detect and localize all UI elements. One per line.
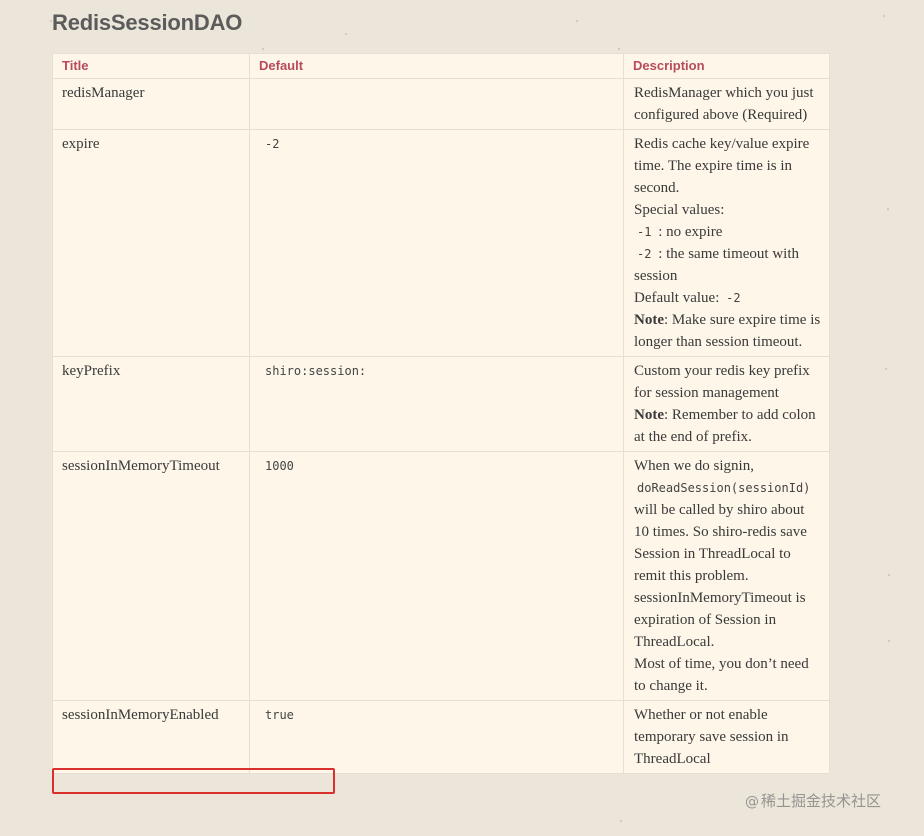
description-text: : the same timeout with session bbox=[634, 246, 800, 284]
column-header-title: Title bbox=[52, 53, 250, 79]
row-description: Custom your redis key prefix for session… bbox=[623, 356, 830, 452]
default-value: 1000 bbox=[265, 459, 294, 473]
table-header-row: Title Default Description bbox=[52, 53, 830, 79]
description-line: Note: Make sure expire time is longer th… bbox=[634, 309, 821, 353]
description-text: Special values: bbox=[634, 202, 725, 218]
description-text: : no expire bbox=[654, 224, 723, 240]
page-heading: RedisSessionDAO bbox=[52, 10, 243, 35]
row-default bbox=[249, 78, 624, 130]
row-default: shiro:session: bbox=[249, 356, 624, 452]
row-default: 1000 bbox=[249, 451, 624, 701]
column-header-description: Description bbox=[623, 53, 830, 79]
description-line: -1 : no expire bbox=[634, 221, 821, 243]
table-row: expire -2 Redis cache key/value expire t… bbox=[52, 129, 830, 357]
description-line: Default value: -2 bbox=[634, 287, 821, 309]
description-text: Most of time, you don’t need to change i… bbox=[634, 656, 809, 694]
row-title: sessionInMemoryEnabled bbox=[52, 700, 250, 774]
description-line: doReadSession(sessionId) bbox=[634, 477, 821, 499]
inline-code: -1 bbox=[637, 225, 652, 239]
row-description: RedisManager which you just configured a… bbox=[623, 78, 830, 130]
inline-code: -2 bbox=[726, 291, 741, 305]
description-text: Custom your redis key prefix for session… bbox=[634, 363, 810, 401]
description-text: Redis cache key/value expire time. The e… bbox=[634, 136, 810, 196]
config-table: Title Default Description redisManager R… bbox=[52, 53, 830, 774]
row-title: sessionInMemoryTimeout bbox=[52, 451, 250, 701]
table-row: keyPrefix shiro:session: Custom your red… bbox=[52, 356, 830, 452]
note-label: Note bbox=[634, 312, 664, 328]
table-row: sessionInMemoryTimeout 1000 When we do s… bbox=[52, 451, 830, 701]
column-header-default: Default bbox=[249, 53, 624, 79]
default-value: true bbox=[265, 708, 294, 722]
watermark-at: @ bbox=[745, 794, 759, 810]
row-description: Whether or not enable temporary save ses… bbox=[623, 700, 830, 774]
description-text: When we do signin, bbox=[634, 458, 754, 474]
description-text: will be called by shiro about 10 times. … bbox=[634, 502, 807, 650]
description-line: -2 : the same timeout with session bbox=[634, 243, 821, 287]
default-value: -2 bbox=[265, 137, 280, 151]
row-title: redisManager bbox=[52, 78, 250, 130]
table-row: redisManager RedisManager which you just… bbox=[52, 78, 830, 130]
row-title: expire bbox=[52, 129, 250, 357]
table-row: sessionInMemoryEnabled true Whether or n… bbox=[52, 700, 830, 774]
row-title: keyPrefix bbox=[52, 356, 250, 452]
note-label: Note bbox=[634, 407, 664, 423]
row-description: When we do signin, doReadSession(session… bbox=[623, 451, 830, 701]
watermark: @ 稀土掘金技术社区 bbox=[745, 790, 881, 811]
description-text: Default value: bbox=[634, 290, 724, 306]
default-value: shiro:session: bbox=[265, 364, 367, 378]
description-line: Note: Remember to add colon at the end o… bbox=[634, 404, 821, 448]
watermark-text: 稀土掘金技术社区 bbox=[761, 792, 882, 810]
row-default: -2 bbox=[249, 129, 624, 357]
description-text: RedisManager which you just configured a… bbox=[634, 85, 814, 123]
row-default: true bbox=[249, 700, 624, 774]
description-text: Whether or not enable temporary save ses… bbox=[634, 707, 789, 767]
inline-code: -2 bbox=[637, 247, 652, 261]
row-description: Redis cache key/value expire time. The e… bbox=[623, 129, 830, 357]
inline-code: doReadSession(sessionId) bbox=[637, 481, 811, 495]
